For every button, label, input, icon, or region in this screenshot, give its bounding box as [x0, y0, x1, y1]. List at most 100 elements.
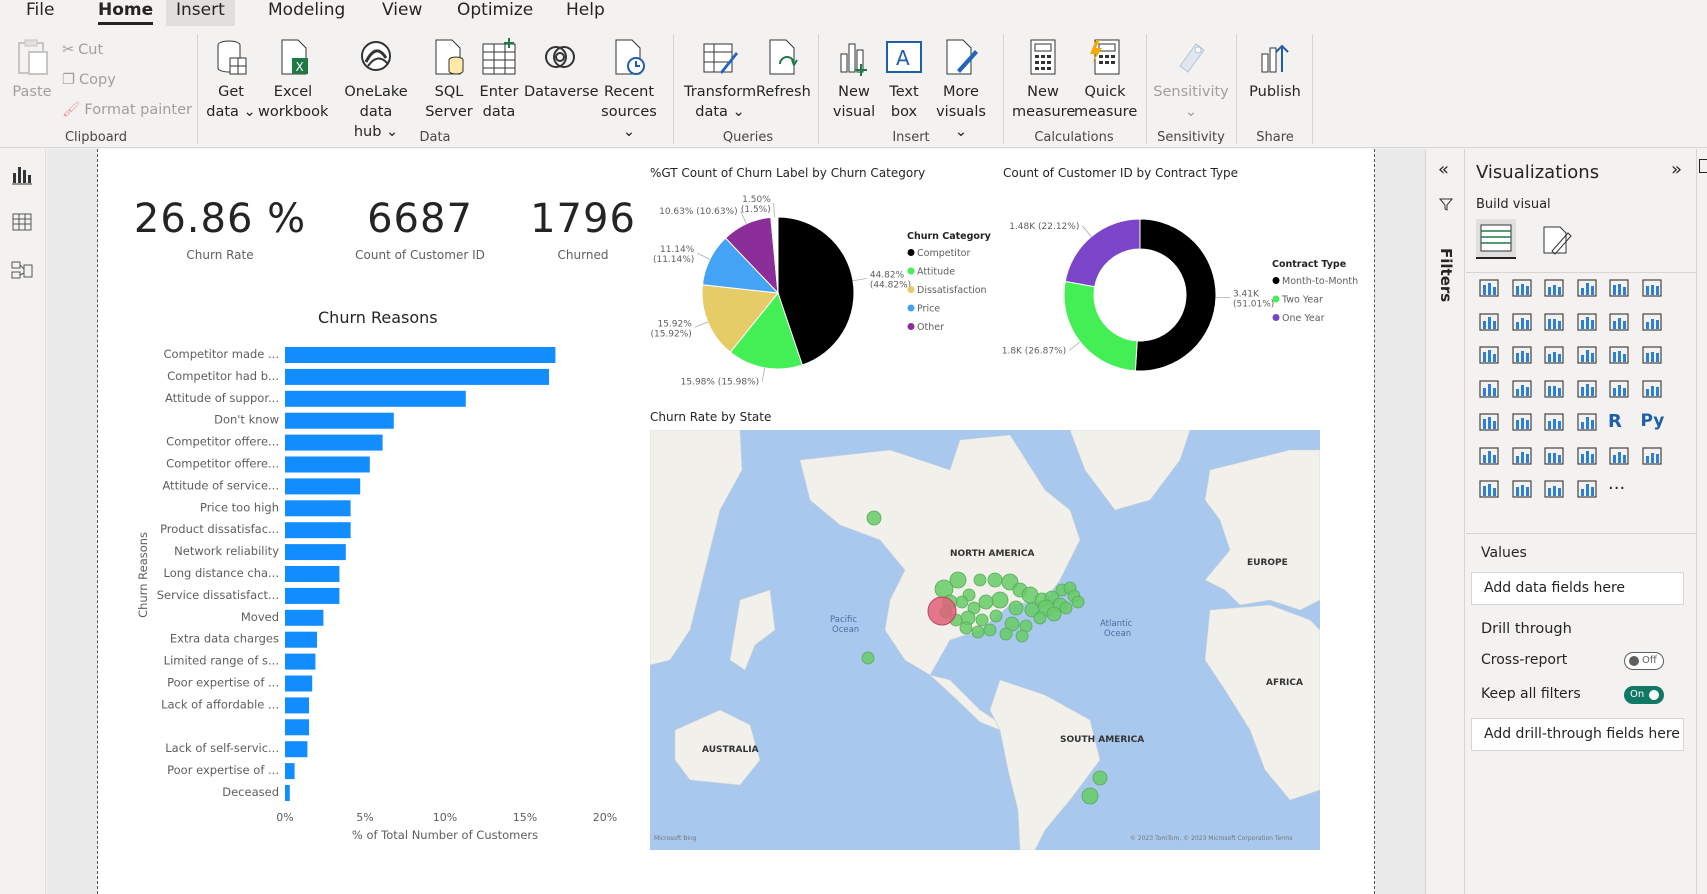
- tab-insert[interactable]: Insert: [166, 0, 235, 26]
- pie-slice[interactable]: [1063, 280, 1138, 372]
- format-visual-tab[interactable]: [1536, 219, 1576, 259]
- text-box-button[interactable]: A Text box: [882, 38, 926, 122]
- map-bubble[interactable]: [1033, 611, 1047, 625]
- bar[interactable]: [285, 368, 549, 385]
- bar[interactable]: [285, 500, 351, 517]
- map-bubble[interactable]: [999, 627, 1013, 641]
- copy-button[interactable]: ❐ Copy: [62, 68, 116, 92]
- tab-home[interactable]: Home: [88, 0, 163, 26]
- arrow-chevron-icon[interactable]: [1576, 478, 1600, 502]
- map-bubble[interactable]: [978, 594, 994, 610]
- scatter-icon[interactable]: [1543, 344, 1567, 368]
- tab-modeling[interactable]: Modeling: [258, 0, 355, 26]
- map-bubble[interactable]: [1092, 770, 1108, 786]
- filters-pane[interactable]: « Filters: [1425, 149, 1465, 894]
- onelake-button[interactable]: OneLake data hub ⌄: [330, 38, 422, 142]
- map-bubble[interactable]: [1071, 595, 1085, 609]
- ribbon-chart-icon[interactable]: [1641, 311, 1665, 335]
- churn-category-pie-chart[interactable]: 44.82%(44.82%) 15.98% (15.98%) 15.92%(15.9…: [650, 185, 995, 400]
- drill-through-drop-zone[interactable]: Add drill-through fields here: [1471, 718, 1684, 751]
- key-influencers-icon[interactable]: [1478, 445, 1502, 469]
- donut-icon[interactable]: [1608, 344, 1632, 368]
- power-automate-icon[interactable]: [1511, 478, 1535, 502]
- publish-button[interactable]: Publish: [1244, 38, 1306, 102]
- transform-data-button[interactable]: Transform data ⌄: [684, 38, 756, 122]
- map-bubble[interactable]: [973, 573, 987, 587]
- bar[interactable]: [285, 544, 346, 561]
- power-apps-icon[interactable]: [1478, 478, 1502, 502]
- bar[interactable]: [285, 478, 361, 495]
- power-bi-icon[interactable]: [1543, 478, 1567, 502]
- pie-icon[interactable]: [1576, 344, 1600, 368]
- decomposition-tree-icon[interactable]: [1511, 445, 1535, 469]
- stacked-bar-icon[interactable]: [1478, 277, 1502, 301]
- map-icon[interactable]: [1478, 378, 1502, 402]
- clustered-bar-icon[interactable]: [1543, 277, 1567, 301]
- map-bubble[interactable]: [949, 571, 967, 589]
- map-bubble[interactable]: [861, 651, 875, 665]
- treemap-icon[interactable]: [1641, 344, 1665, 368]
- bar[interactable]: [285, 763, 295, 780]
- map-bubble[interactable]: [866, 510, 882, 526]
- bar[interactable]: [285, 587, 340, 604]
- values-drop-zone[interactable]: Add data fields here: [1471, 572, 1684, 605]
- line-clustered-icon[interactable]: [1608, 311, 1632, 335]
- legend-item[interactable]: Two Year: [1281, 295, 1323, 306]
- legend-item[interactable]: Other: [917, 322, 944, 333]
- map-bubble[interactable]: [959, 621, 973, 635]
- multirow-card-icon[interactable]: [1641, 378, 1665, 402]
- refresh-button[interactable]: Refresh: [756, 38, 811, 102]
- map-bubble[interactable]: [1059, 601, 1073, 615]
- paste-button[interactable]: Paste: [10, 38, 54, 102]
- table-icon[interactable]: [1543, 411, 1567, 435]
- kpi-icon[interactable]: [1478, 411, 1502, 435]
- table-view-icon[interactable]: [11, 211, 33, 233]
- more-icon[interactable]: ···: [1608, 478, 1632, 502]
- bar[interactable]: [285, 456, 370, 473]
- smart-narrative-icon[interactable]: [1576, 445, 1600, 469]
- bar[interactable]: [285, 719, 309, 736]
- cut-button[interactable]: ✂ Cut: [62, 38, 103, 62]
- bar[interactable]: [285, 347, 556, 363]
- legend-item[interactable]: One Year: [1282, 313, 1325, 324]
- 100-bar-icon[interactable]: [1608, 277, 1632, 301]
- paginated-report-icon[interactable]: [1641, 445, 1665, 469]
- filled-map-icon[interactable]: [1511, 378, 1535, 402]
- map-bubble[interactable]: [971, 625, 985, 639]
- bar[interactable]: [285, 412, 394, 429]
- waterfall-icon[interactable]: [1478, 344, 1502, 368]
- map-bubble[interactable]: [1015, 629, 1029, 643]
- legend-item[interactable]: Month-to-Month: [1282, 276, 1358, 287]
- bar[interactable]: [285, 675, 313, 692]
- bar[interactable]: [285, 653, 316, 670]
- recent-sources-button[interactable]: Recent sources ⌄: [594, 38, 664, 142]
- 100-column-icon[interactable]: [1641, 277, 1665, 301]
- map-bubble[interactable]: [955, 595, 969, 609]
- format-painter-button[interactable]: 🖌 Format painter: [62, 98, 192, 122]
- cross-report-toggle[interactable]: Off: [1624, 652, 1664, 670]
- pie-slice[interactable]: [1134, 218, 1217, 372]
- excel-workbook-button[interactable]: X Excel workbook: [258, 38, 328, 122]
- line-column-icon[interactable]: [1576, 311, 1600, 335]
- map-bubble[interactable]: [1008, 600, 1024, 616]
- data-pane-edge[interactable]: [1696, 149, 1707, 894]
- map-bubble[interactable]: [989, 609, 1003, 623]
- area-chart-icon[interactable]: [1511, 311, 1535, 335]
- tab-help[interactable]: Help: [556, 0, 615, 26]
- sql-server-button[interactable]: SQL Server: [424, 38, 474, 122]
- map-bubble[interactable]: [987, 572, 1003, 588]
- gauge-icon[interactable]: [1576, 378, 1600, 402]
- python-visual-icon[interactable]: Py: [1641, 411, 1665, 435]
- dataverse-button[interactable]: Dataverse: [524, 38, 599, 102]
- more-visuals-button[interactable]: More visuals ⌄: [928, 38, 994, 142]
- quick-measure-button[interactable]: Quick measure: [1074, 38, 1137, 122]
- legend-item[interactable]: Price: [917, 304, 940, 315]
- funnel-icon[interactable]: [1511, 344, 1535, 368]
- bar[interactable]: [285, 390, 466, 407]
- report-view-icon[interactable]: [11, 163, 33, 185]
- stacked-column-icon[interactable]: [1511, 277, 1535, 301]
- map-bubble[interactable]: [1046, 606, 1062, 622]
- enter-data-button[interactable]: Enter data: [476, 38, 522, 122]
- churn-reasons-bar-chart[interactable]: Competitor made ... Competitor had b... At…: [130, 335, 640, 850]
- bar[interactable]: [285, 785, 290, 801]
